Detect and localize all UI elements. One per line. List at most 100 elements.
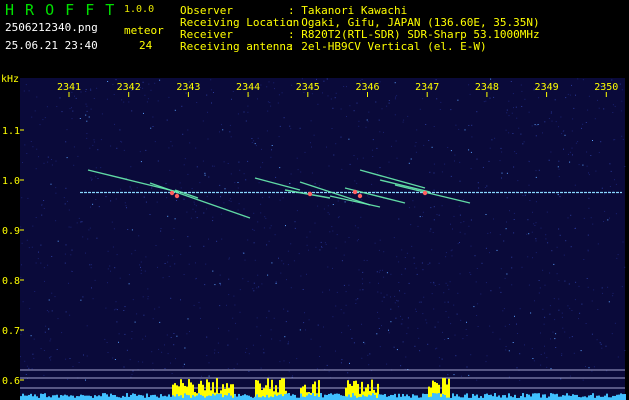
noise-floor-bar	[576, 394, 578, 400]
noise-floor-bar	[146, 393, 148, 400]
noise-floor-bar	[604, 395, 606, 400]
meteor-head	[174, 193, 180, 199]
noise-floor-bar	[188, 395, 190, 400]
noise-floor-bar	[352, 393, 354, 400]
noise-floor-bar	[84, 395, 86, 400]
noise-floor-bar	[424, 394, 426, 400]
noise-floor-bar	[184, 393, 186, 400]
noise-floor-bar	[226, 395, 228, 400]
noise-floor-bar	[70, 395, 72, 400]
noise-floor-bar	[126, 393, 128, 400]
noise-floor-bar	[458, 396, 460, 400]
noise-floor-bar	[338, 393, 340, 400]
noise-floor-bar	[134, 393, 136, 400]
noise-floor-bar	[592, 393, 594, 400]
y-tick-label: 0.6	[2, 376, 20, 387]
meteor-head	[307, 191, 313, 197]
noise-floor-bar	[26, 395, 28, 400]
noise-floor-bar	[200, 394, 202, 400]
noise-floor-bar	[54, 395, 56, 400]
x-tick-label: 2344	[236, 82, 260, 93]
noise-floor-bar	[486, 393, 488, 400]
noise-floor-bar	[464, 394, 466, 400]
noise-floor-bar	[198, 393, 200, 400]
noise-floor-bar	[336, 393, 338, 400]
noise-floor-bar	[314, 396, 316, 400]
location-label: Receiving Location	[180, 16, 300, 29]
noise-floor-bar	[66, 395, 68, 400]
activity-bar	[190, 382, 192, 400]
noise-floor-bar	[344, 396, 346, 400]
noise-floor-bar	[378, 394, 380, 400]
noise-floor-bar	[480, 396, 482, 400]
noise-floor-bar	[456, 394, 458, 400]
noise-floor-bar	[472, 393, 474, 400]
noise-floor-bar	[330, 393, 332, 400]
noise-floor-bar	[466, 393, 468, 400]
noise-floor-bar	[242, 395, 244, 400]
noise-floor-bar	[568, 395, 570, 400]
meteor-head	[357, 193, 363, 199]
noise-floor-bar	[168, 394, 170, 400]
noise-floor-bar	[502, 395, 504, 400]
noise-floor-bar	[522, 393, 524, 400]
noise-floor-bar	[574, 394, 576, 400]
noise-floor-bar	[266, 394, 268, 400]
noise-floor-bar	[364, 396, 366, 400]
x-tick-label: 2345	[296, 82, 320, 93]
noise-floor-bar	[216, 393, 218, 400]
noise-floor-bar	[230, 395, 232, 400]
noise-floor-bar	[44, 393, 46, 400]
noise-floor-bar	[348, 394, 350, 400]
noise-floor-bar	[234, 393, 236, 400]
noise-floor-bar	[102, 393, 104, 400]
noise-floor-bar	[42, 393, 44, 400]
antenna-label: Receiving antenna	[180, 40, 293, 53]
app-title: H R O F F T	[5, 1, 116, 19]
noise-floor-bar	[218, 394, 220, 400]
noise-floor-bar	[172, 395, 174, 400]
noise-floor-bar	[624, 394, 626, 400]
noise-floor-bar	[552, 393, 554, 400]
noise-floor-bar	[614, 395, 616, 400]
noise-floor-bar	[374, 394, 376, 400]
noise-floor-bar	[98, 395, 100, 400]
noise-floor-bar	[80, 394, 82, 400]
noise-floor-bar	[206, 396, 208, 400]
noise-floor-bar	[326, 394, 328, 400]
y-tick-label: 0.9	[2, 226, 20, 237]
noise-floor-bar	[622, 394, 624, 400]
noise-floor-bar	[278, 394, 280, 400]
noise-floor-bar	[108, 396, 110, 400]
noise-floor-bar	[432, 393, 434, 400]
noise-floor-bar	[394, 393, 396, 400]
noise-floor-bar	[484, 394, 486, 400]
noise-floor-bar	[114, 395, 116, 400]
noise-floor-bar	[90, 396, 92, 400]
noise-floor-bar	[202, 395, 204, 400]
noise-floor-bar	[208, 395, 210, 400]
noise-floor-bar	[136, 395, 138, 400]
noise-floor-bar	[246, 395, 248, 400]
noise-floor-bar	[86, 395, 88, 400]
noise-floor-bar	[72, 395, 74, 400]
noise-floor-bar	[178, 396, 180, 400]
noise-floor-bar	[412, 394, 414, 400]
noise-floor-bar	[34, 394, 36, 400]
noise-floor-bar	[598, 395, 600, 400]
noise-floor-bar	[442, 394, 444, 400]
noise-floor-bar	[220, 393, 222, 400]
noise-floor-bar	[542, 394, 544, 400]
noise-floor-bar	[324, 394, 326, 400]
noise-floor-bar	[186, 394, 188, 400]
noise-floor-bar	[340, 395, 342, 400]
noise-floor-bar	[548, 396, 550, 400]
observer-value: : Takanori Kawachi	[288, 4, 408, 17]
noise-floor-bar	[152, 394, 154, 400]
x-tick-label: 2350	[594, 82, 618, 93]
noise-floor-bar	[556, 393, 558, 400]
noise-floor-bar	[276, 395, 278, 400]
noise-floor-bar	[588, 395, 590, 400]
meteor-label: meteor	[124, 24, 164, 37]
noise-floor-bar	[52, 395, 54, 400]
